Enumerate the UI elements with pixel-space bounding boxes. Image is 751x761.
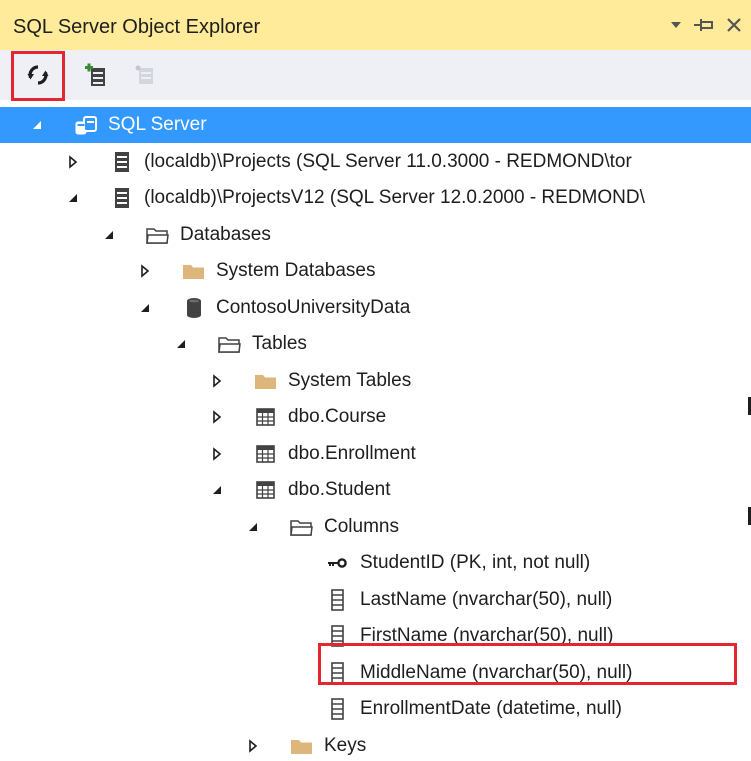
table-icon [254, 443, 278, 465]
collapsed-arrow-icon[interactable] [210, 374, 224, 388]
tree-item-label: Columns [324, 516, 399, 537]
expanded-arrow-icon[interactable] [66, 191, 80, 205]
panel-title: SQL Server Object Explorer [13, 16, 261, 38]
folder-open-icon [218, 333, 242, 355]
folder-icon [290, 735, 314, 757]
tree-item-label: dbo.Enrollment [288, 443, 416, 464]
tree-item-label: System Databases [216, 260, 376, 281]
tree-item[interactable]: Tables [0, 326, 751, 362]
tree-item[interactable]: Keys [0, 728, 751, 761]
tree-item[interactable]: dbo.Enrollment [0, 436, 751, 472]
tree-item-label: LastName (nvarchar(50), null) [360, 589, 613, 610]
collapsed-arrow-icon[interactable] [210, 410, 224, 424]
tree-item[interactable]: Databases [0, 217, 751, 253]
panel-titlebar: SQL Server Object Explorer [0, 0, 751, 50]
tree-item-label: (localdb)\Projects (SQL Server 11.0.3000… [144, 151, 632, 172]
expanded-arrow-icon[interactable] [174, 337, 188, 351]
add-server-icon [85, 63, 105, 86]
folder-open-icon [146, 224, 170, 246]
middlename-highlight [318, 643, 737, 685]
expanded-arrow-icon[interactable] [210, 483, 224, 497]
tree-item[interactable]: dbo.Student [0, 472, 751, 508]
tree-item[interactable]: ContosoUniversityData [0, 290, 751, 326]
tree-item-label: Tables [252, 333, 307, 354]
pin-icon[interactable] [690, 10, 718, 40]
tree-item-label: EnrollmentDate (datetime, null) [360, 698, 622, 719]
tree-item[interactable]: Columns [0, 509, 751, 545]
tree-item[interactable]: EnrollmentDate (datetime, null) [0, 691, 751, 727]
folder-icon [182, 260, 206, 282]
tree-item[interactable]: System Tables [0, 363, 751, 399]
tree-item[interactable]: SQL Server [0, 107, 751, 143]
collapsed-arrow-icon[interactable] [138, 264, 152, 278]
tree-item-label: dbo.Student [288, 479, 391, 500]
tree-item-label: StudentID (PK, int, not null) [360, 552, 591, 573]
tree-item-label: Databases [180, 224, 271, 245]
sql-server-icon [74, 114, 98, 136]
folder-open-icon [290, 516, 314, 538]
server-icon [110, 187, 134, 209]
tree-item[interactable]: (localdb)\Projects (SQL Server 11.0.3000… [0, 144, 751, 180]
expanded-arrow-icon[interactable] [102, 228, 116, 242]
tree-item[interactable]: (localdb)\ProjectsV12 (SQL Server 12.0.2… [0, 180, 751, 216]
table-icon [254, 406, 278, 428]
refresh-highlight [11, 51, 65, 101]
tree-item-label: ContosoUniversityData [216, 297, 411, 318]
collapsed-arrow-icon[interactable] [246, 739, 260, 753]
expanded-arrow-icon[interactable] [30, 118, 44, 132]
tree-item-label: Keys [324, 735, 367, 756]
dropdown-arrow-icon[interactable] [666, 10, 686, 40]
tree-item[interactable]: System Databases [0, 253, 751, 289]
server-icon [110, 151, 134, 173]
database-icon [182, 297, 206, 319]
collapsed-arrow-icon[interactable] [210, 447, 224, 461]
key-icon [326, 552, 350, 574]
expanded-arrow-icon[interactable] [246, 520, 260, 534]
close-icon[interactable] [720, 10, 748, 40]
column-icon [326, 589, 350, 611]
tree-item-label: SQL Server [108, 114, 207, 135]
toolbar [0, 50, 751, 100]
collapsed-arrow-icon[interactable] [66, 155, 80, 169]
column-icon [326, 698, 350, 720]
tree-item-label: System Tables [288, 370, 412, 391]
tree-item[interactable]: StudentID (PK, int, not null) [0, 545, 751, 581]
folder-icon [254, 370, 278, 392]
tree-item[interactable]: LastName (nvarchar(50), null) [0, 582, 751, 618]
table-icon [254, 479, 278, 501]
stop-button[interactable] [125, 56, 165, 94]
add-server-button[interactable] [76, 56, 116, 94]
tree-item-label: (localdb)\ProjectsV12 (SQL Server 12.0.2… [144, 187, 645, 208]
stop-icon [135, 65, 153, 84]
tree-item-label: dbo.Course [288, 406, 387, 427]
tree-item[interactable]: dbo.Course [0, 399, 751, 435]
expanded-arrow-icon[interactable] [138, 301, 152, 315]
